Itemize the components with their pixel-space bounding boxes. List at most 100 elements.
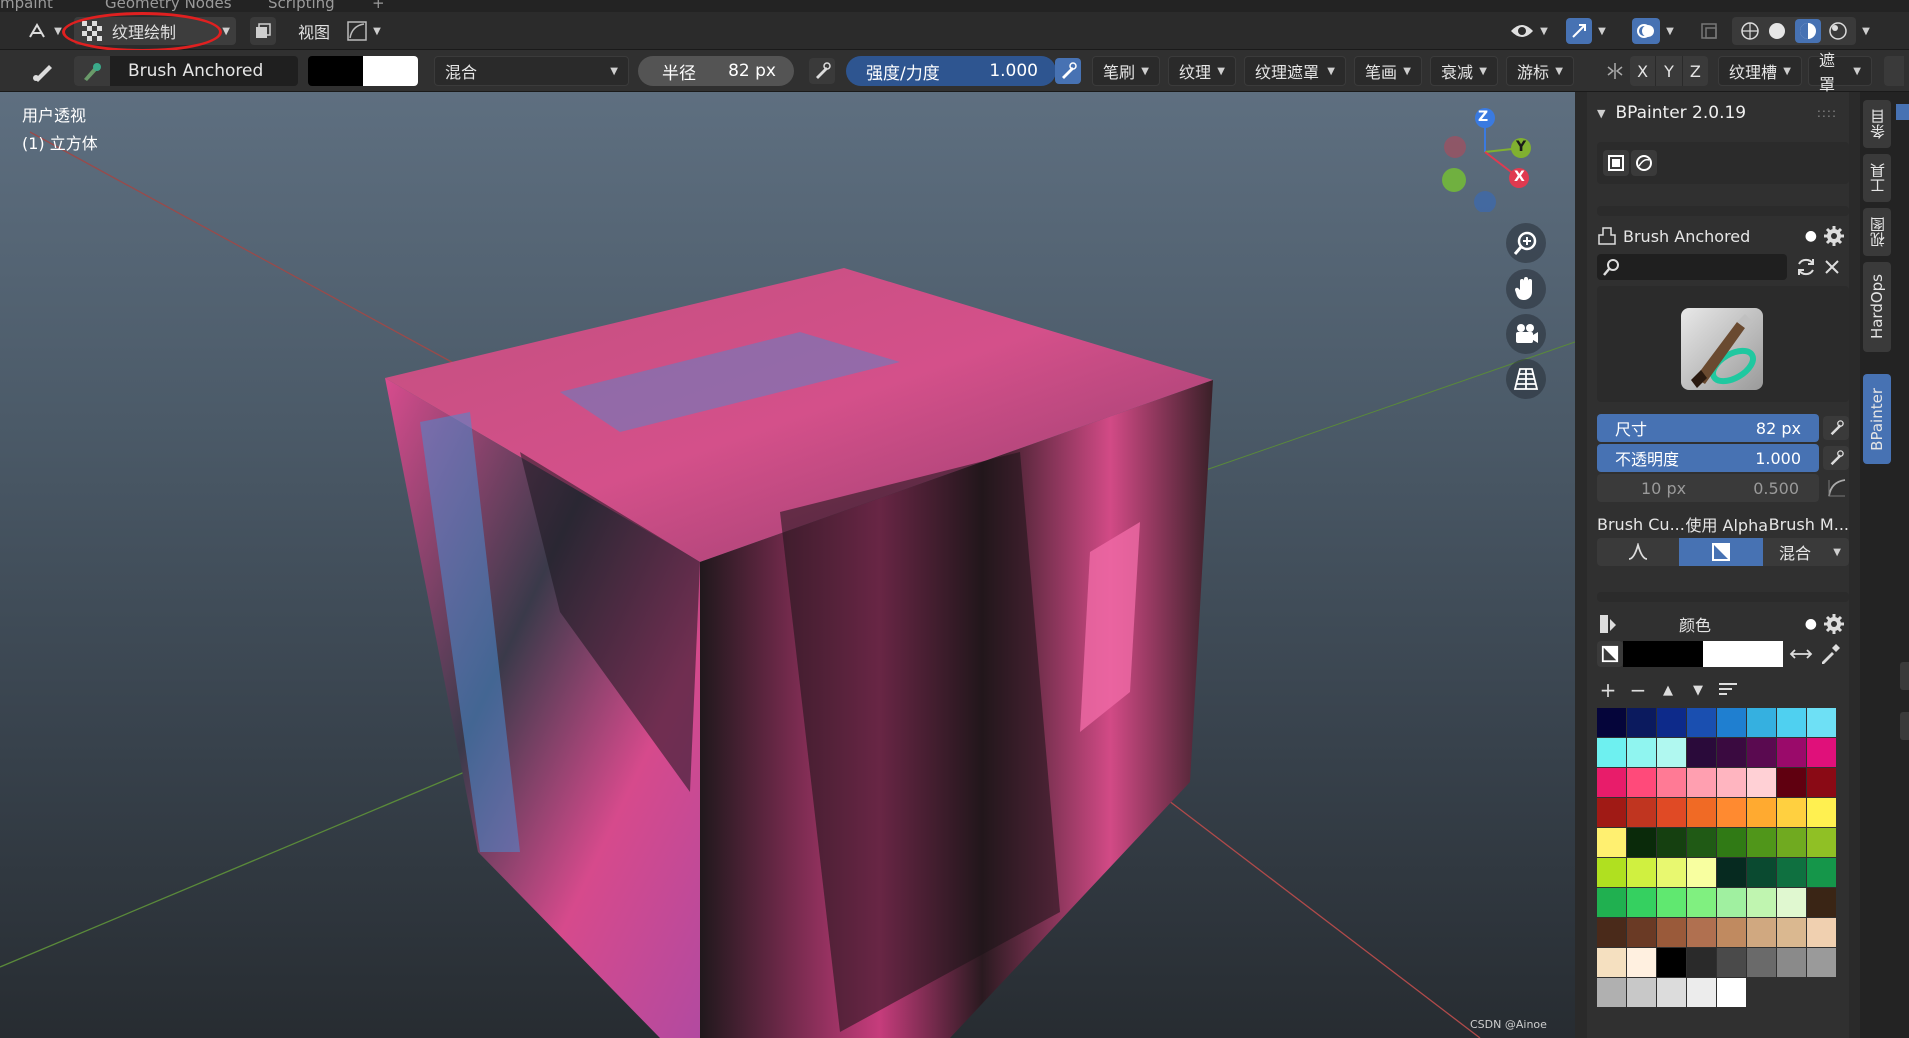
palette-swatch[interactable] — [1777, 768, 1806, 797]
palette-swatch[interactable] — [1777, 828, 1806, 857]
strength-slider[interactable]: 强度/力度 1.000 — [846, 56, 1056, 86]
palette-swatch[interactable] — [1777, 858, 1806, 887]
palette-swatch[interactable] — [1627, 828, 1656, 857]
palette-swatch[interactable] — [1807, 798, 1836, 827]
palette-swatch[interactable] — [1597, 798, 1626, 827]
palette-swatch[interactable] — [1627, 888, 1656, 917]
palette-swatch[interactable] — [1717, 768, 1746, 797]
visibility-button[interactable]: ▼ — [1506, 17, 1552, 45]
palette-swatch[interactable] — [1657, 978, 1686, 1007]
shading-options-button[interactable]: ▼ — [1856, 17, 1876, 45]
palette-swatch[interactable] — [1657, 738, 1686, 767]
palette-swatch[interactable] — [1627, 918, 1656, 947]
size-pressure-toggle[interactable] — [1823, 416, 1849, 440]
refresh-icon[interactable] — [1795, 256, 1817, 278]
palette-swatch[interactable] — [1747, 888, 1776, 917]
zoom-button[interactable] — [1506, 223, 1546, 263]
palette-swatch[interactable] — [1657, 798, 1686, 827]
workspace-tab-texture-paint[interactable]: mpaint — [0, 0, 53, 12]
palette-swatch[interactable] — [1717, 918, 1746, 947]
palette-swatch[interactable] — [1627, 798, 1656, 827]
palette-swatch[interactable] — [1807, 708, 1836, 737]
palette-swatch[interactable] — [1657, 858, 1686, 887]
workspace-tab-geometry-nodes[interactable]: Geometry Nodes — [105, 0, 232, 12]
material-mode-button[interactable] — [1631, 150, 1657, 176]
tab-item[interactable]: 条目 — [1863, 100, 1891, 148]
brush-selector[interactable]: Brush Anchored — [74, 56, 298, 86]
perspective-toggle-button[interactable] — [1506, 359, 1546, 399]
menu-texture-mask[interactable]: 纹理遮罩 ▼ — [1244, 56, 1346, 86]
palette-swatch[interactable] — [1747, 948, 1776, 977]
palette-swatch[interactable] — [1687, 708, 1716, 737]
remove-color-icon[interactable]: − — [1627, 678, 1649, 702]
viewport-shading-button[interactable] — [250, 17, 276, 45]
radius-pressure-toggle[interactable] — [809, 58, 835, 84]
palette-swatch[interactable] — [1597, 888, 1626, 917]
toolbar-overflow[interactable] — [1884, 56, 1904, 86]
palette-swatch[interactable] — [1807, 738, 1836, 767]
panel-blend-dropdown[interactable]: 混合 ▼ — [1763, 538, 1849, 566]
blend-mode-dropdown[interactable]: 混合 ▼ — [434, 56, 629, 86]
palette-swatch[interactable] — [1777, 738, 1806, 767]
palette-swatch[interactable] — [1687, 948, 1716, 977]
menu-stroke[interactable]: 笔画 ▼ — [1354, 56, 1422, 86]
tab-hardops[interactable]: HardOps — [1863, 262, 1891, 352]
palette-swatch[interactable] — [1687, 828, 1716, 857]
palette-swatch[interactable] — [1597, 858, 1626, 887]
palette-swatch[interactable] — [1747, 738, 1776, 767]
palette-swatch[interactable] — [1597, 948, 1626, 977]
mirror-z-button[interactable]: Z — [1683, 56, 1708, 86]
palette-swatch[interactable] — [1627, 948, 1656, 977]
palette-swatch[interactable] — [1807, 918, 1836, 947]
pan-button[interactable] — [1506, 269, 1546, 309]
gear-icon[interactable] — [1823, 613, 1845, 635]
wireframe-shading-icon[interactable] — [1740, 21, 1760, 41]
palette-swatch[interactable] — [1777, 918, 1806, 947]
camera-view-button[interactable] — [1506, 314, 1546, 354]
overlays-button[interactable]: ▼ — [1628, 17, 1678, 45]
palette-swatch[interactable] — [1597, 978, 1626, 1007]
tab-overflow-icon[interactable] — [1896, 104, 1909, 120]
palette-swatch[interactable] — [1717, 888, 1746, 917]
side-handle[interactable] — [1900, 712, 1909, 740]
palette-swatch[interactable] — [1627, 768, 1656, 797]
secondary-color-swatch[interactable] — [363, 56, 418, 86]
palette-swatch[interactable] — [1717, 738, 1746, 767]
palette-swatch[interactable] — [1777, 948, 1806, 977]
palette-swatch[interactable] — [1597, 768, 1626, 797]
bpainter-header[interactable]: ▼ BPainter 2.0.19 :::: — [1597, 100, 1837, 126]
mirror-x-button[interactable]: X — [1630, 56, 1657, 86]
editor-type-button[interactable]: ▼ — [22, 17, 66, 45]
tab-view[interactable]: 视图 — [1863, 208, 1891, 256]
swap-colors-icon[interactable] — [1789, 644, 1813, 664]
tab-bpainter[interactable]: BPainter — [1863, 374, 1891, 464]
palette-swatch[interactable] — [1777, 888, 1806, 917]
palette-swatch[interactable] — [1627, 858, 1656, 887]
palette-swatch[interactable] — [1687, 738, 1716, 767]
workspace-tab-scripting[interactable]: Scripting — [268, 0, 335, 12]
palette-swatch[interactable] — [1657, 828, 1686, 857]
xray-button[interactable] — [1696, 17, 1722, 45]
palette-swatch[interactable] — [1657, 888, 1686, 917]
brush-preview-area[interactable] — [1597, 286, 1849, 402]
mirror-y-button[interactable]: Y — [1656, 56, 1683, 86]
curve-falloff-icon[interactable] — [1827, 478, 1847, 498]
move-down-icon[interactable]: ▼ — [1687, 683, 1709, 698]
texture-slot-menu[interactable]: 纹理槽 ▼ — [1718, 56, 1802, 86]
radius-slider[interactable]: 半径 82 px — [638, 56, 794, 86]
curve-preset-button[interactable] — [1597, 538, 1679, 566]
menu-texture[interactable]: 纹理 ▼ — [1168, 56, 1236, 86]
add-color-icon[interactable]: + — [1597, 678, 1619, 702]
material-shading-icon[interactable] — [1798, 21, 1818, 41]
palette-swatch[interactable] — [1687, 768, 1716, 797]
secondary-values-row[interactable]: 10 px 0.500 — [1597, 474, 1819, 502]
move-up-icon[interactable]: ▲ — [1657, 683, 1679, 698]
gizmo-toggle-button[interactable]: ▼ — [1562, 17, 1610, 45]
size-slider[interactable]: 尺寸 82 px — [1597, 414, 1819, 442]
strength-pressure-toggle[interactable] — [1055, 58, 1081, 84]
palette-swatch[interactable] — [1657, 768, 1686, 797]
palette-swatch[interactable] — [1807, 828, 1836, 857]
palette-swatch[interactable] — [1597, 738, 1626, 767]
symmetry-button[interactable] — [1602, 58, 1628, 84]
tab-tool[interactable]: 工具 — [1863, 154, 1891, 202]
